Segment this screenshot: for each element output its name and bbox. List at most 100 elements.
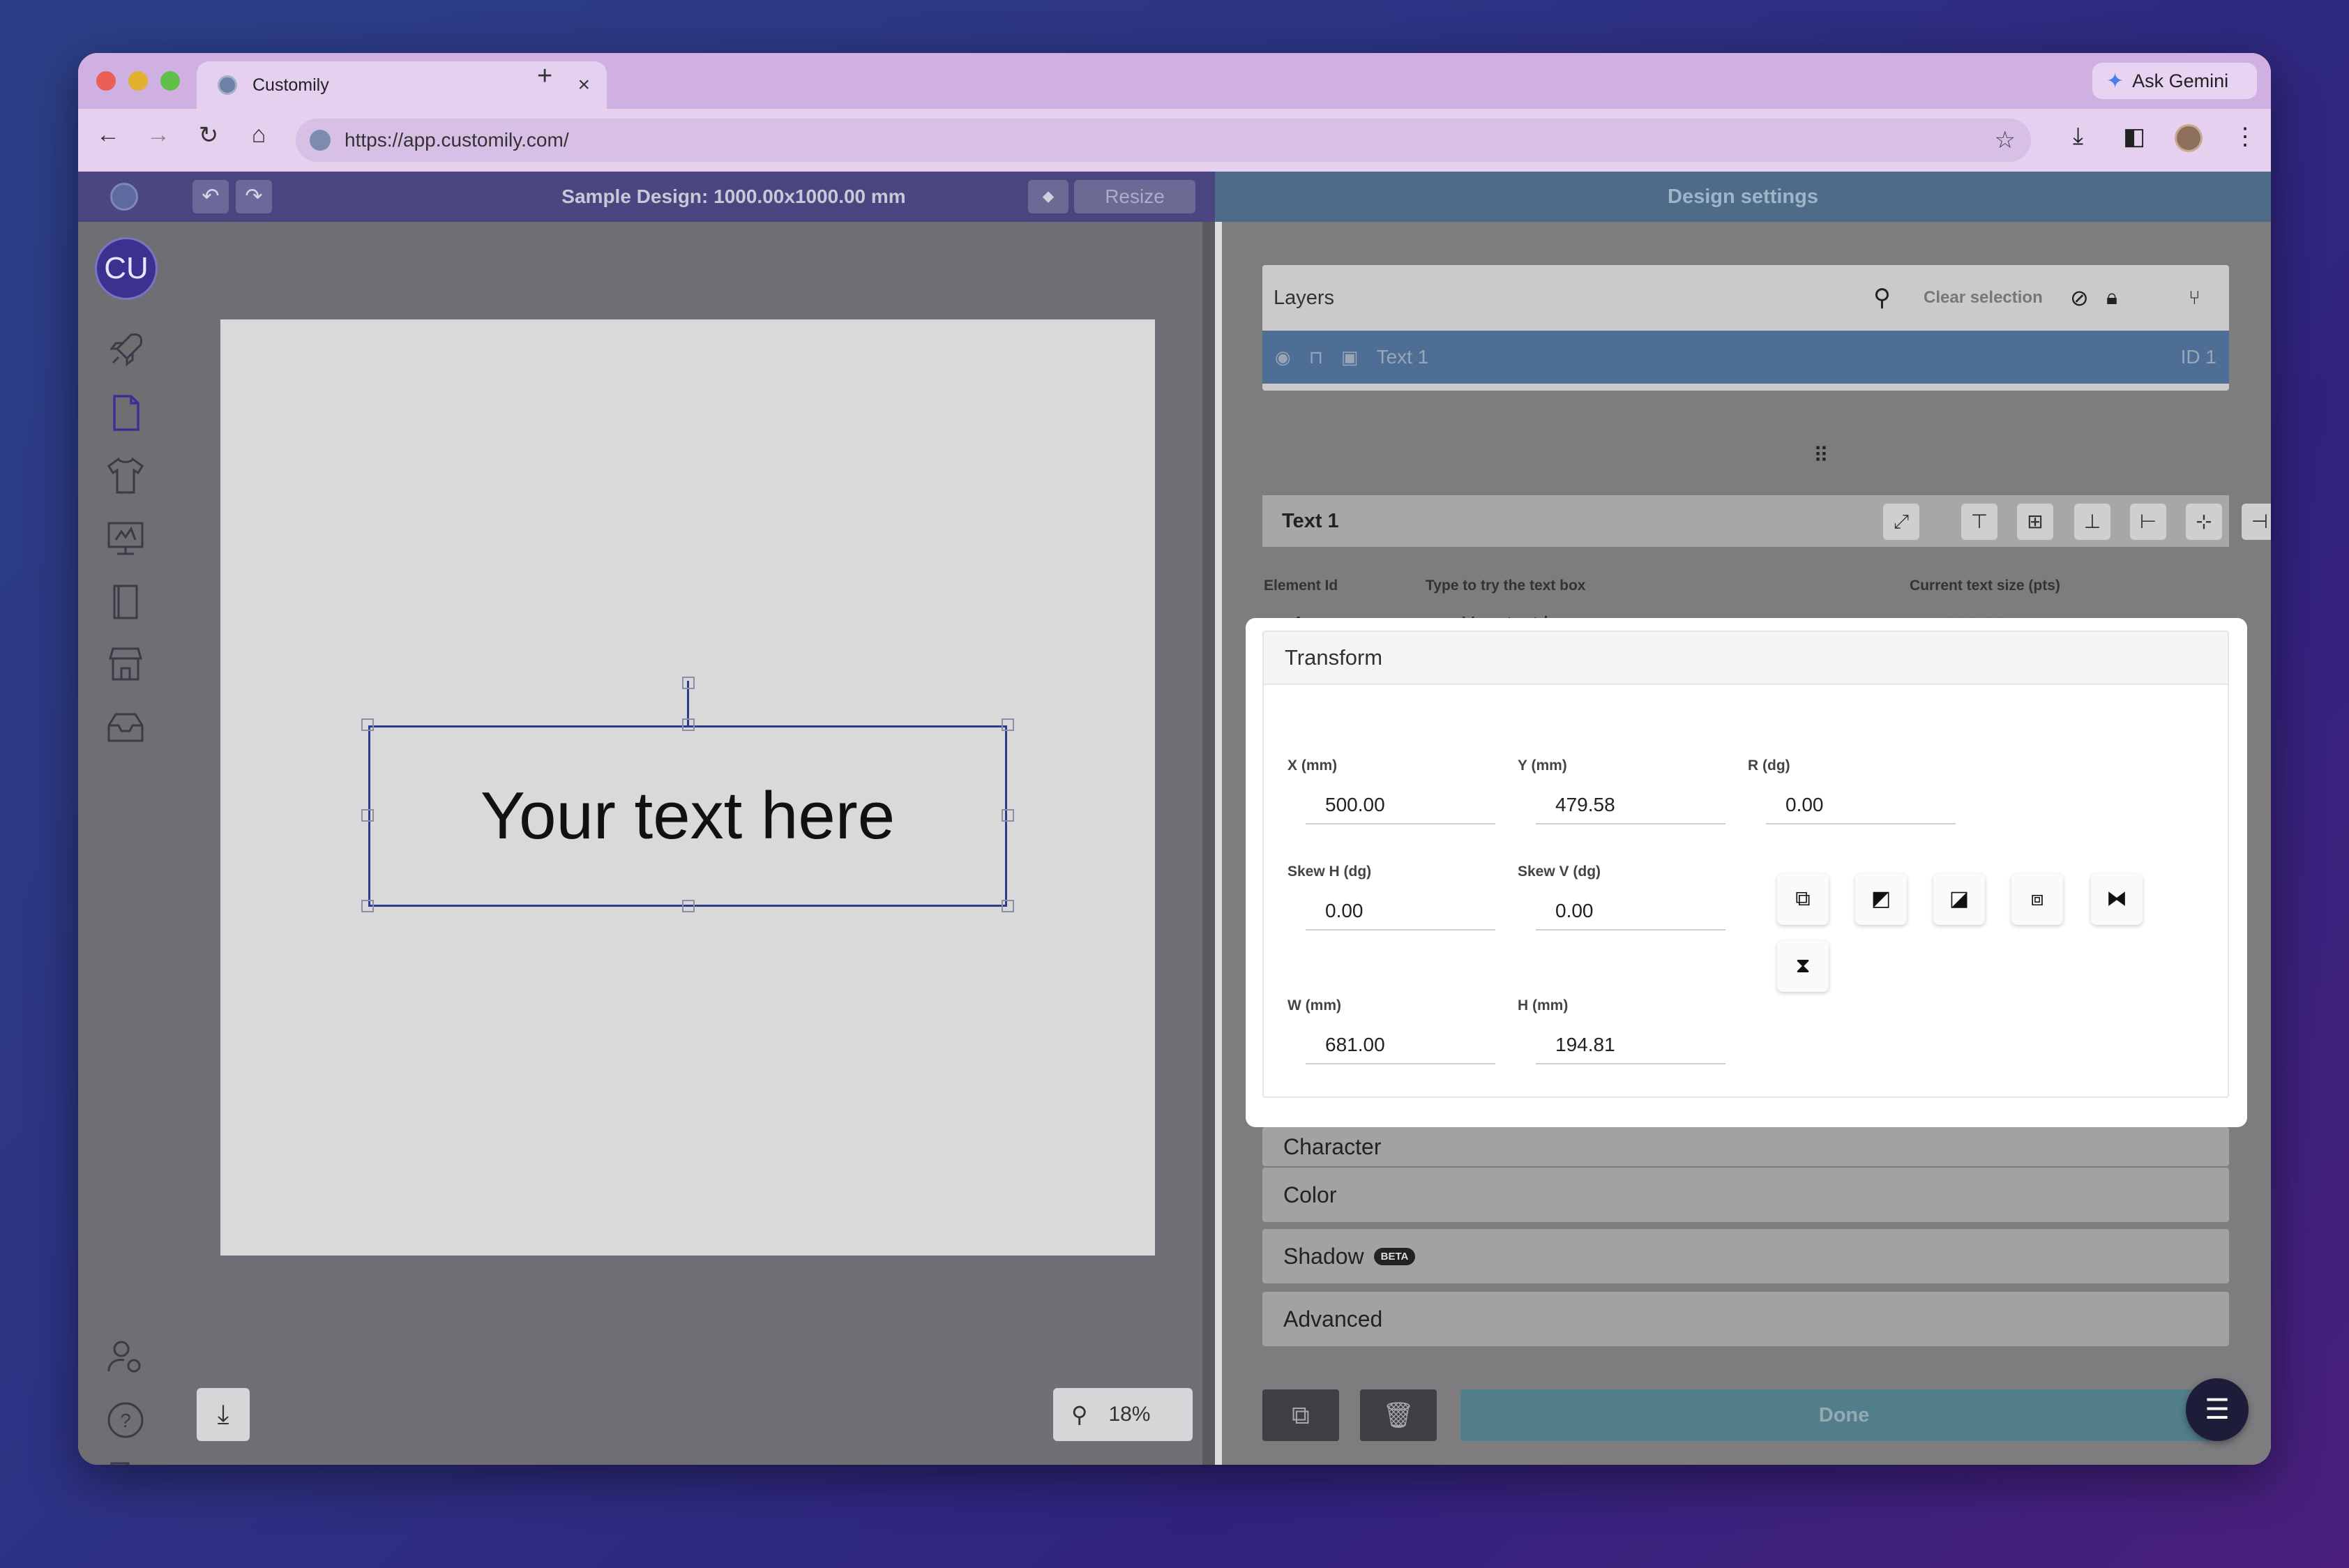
ask-gemini-button[interactable]: ✦ Ask Gemini bbox=[2092, 63, 2257, 99]
advanced-section[interactable]: Advanced bbox=[1262, 1292, 2229, 1346]
redo-button[interactable]: ↷ bbox=[236, 180, 272, 213]
bring-to-front-icon[interactable]: ⧉ bbox=[1777, 873, 1829, 925]
flip-vertical-icon[interactable]: ⧗ bbox=[1777, 940, 1829, 992]
book-icon[interactable] bbox=[103, 579, 148, 624]
text-input-label: Type to try the text box bbox=[1426, 578, 1586, 594]
customily-logo bbox=[110, 183, 138, 211]
skew-v-input[interactable]: 0.00 bbox=[1536, 891, 1725, 930]
delete-button[interactable]: 🗑︎ bbox=[1360, 1389, 1437, 1441]
character-section[interactable]: Character bbox=[1262, 1127, 2229, 1166]
color-title: Color bbox=[1283, 1182, 1337, 1207]
bookmark-star-icon[interactable]: ☆ bbox=[1995, 126, 2016, 154]
skew-h-input[interactable]: 0.00 bbox=[1306, 891, 1495, 930]
store-icon[interactable] bbox=[103, 642, 148, 686]
bring-forward-icon[interactable]: ◩ bbox=[1855, 873, 1907, 925]
x-input[interactable]: 500.00 bbox=[1306, 785, 1495, 824]
document-icon[interactable] bbox=[103, 391, 148, 435]
maximize-window-button[interactable] bbox=[160, 71, 180, 91]
done-button[interactable]: Done bbox=[1460, 1389, 2228, 1441]
resize-handle-bm[interactable] bbox=[682, 900, 695, 912]
y-input[interactable]: 479.58 bbox=[1536, 785, 1725, 824]
editor-topbar: ↶ ↷ Sample Design: 1000.00x1000.00 mm ⬥ … bbox=[78, 172, 1215, 222]
resize-handle-mr[interactable] bbox=[1002, 809, 1014, 822]
address-bar[interactable]: https://app.customily.com/ ☆ bbox=[296, 119, 2031, 162]
align-center-icon[interactable]: ⊹ bbox=[2186, 504, 2222, 540]
browser-toolbar: ← → ↻ ⌂ https://app.customily.com/ ☆ ⤓ ◧… bbox=[78, 109, 2271, 172]
logout-icon[interactable] bbox=[103, 1461, 148, 1465]
lock-all-icon[interactable]: 🔒︎ bbox=[2106, 286, 2117, 310]
user-avatar[interactable]: CU bbox=[95, 237, 158, 300]
tshirt-icon[interactable] bbox=[103, 453, 148, 498]
profile-avatar[interactable] bbox=[2175, 124, 2203, 152]
zoom-control[interactable]: ⚲ 18% bbox=[1053, 1388, 1193, 1441]
align-right-icon[interactable]: ⊣ bbox=[2242, 504, 2271, 540]
align-left-icon[interactable]: ⊢ bbox=[2130, 504, 2166, 540]
h-input[interactable]: 194.81 bbox=[1536, 1025, 1725, 1064]
inbox-icon[interactable] bbox=[103, 704, 148, 749]
chat-support-icon[interactable]: ☰ bbox=[2186, 1378, 2249, 1441]
transform-header[interactable]: Transform bbox=[1264, 632, 2228, 685]
hide-all-icon[interactable]: ⊘ bbox=[2070, 285, 2089, 311]
site-info-icon[interactable] bbox=[310, 130, 331, 151]
resize-handle-br[interactable] bbox=[1002, 900, 1014, 912]
monitor-icon[interactable] bbox=[103, 516, 148, 561]
reload-icon[interactable]: ↻ bbox=[191, 121, 226, 149]
rotation-handle[interactable] bbox=[682, 677, 695, 689]
resize-handle-tm[interactable] bbox=[682, 718, 695, 731]
new-tab-button[interactable]: + bbox=[537, 61, 552, 91]
layers-panel: Layers ⚲ Clear selection ⊘ 🔒︎ ⑂ ◉ ⊓ ▣ Te… bbox=[1262, 265, 2229, 391]
user-settings-icon[interactable] bbox=[103, 1335, 148, 1380]
text-layer-icon: ▣ bbox=[1340, 346, 1359, 368]
side-panel-icon[interactable]: ◧ bbox=[2123, 123, 2145, 151]
align-middle-icon[interactable]: ⊞ bbox=[2017, 504, 2053, 540]
unlock-icon[interactable]: ⊓ bbox=[1309, 347, 1323, 368]
send-to-back-icon[interactable]: ⧈ bbox=[2011, 873, 2063, 925]
back-icon[interactable]: ← bbox=[91, 121, 126, 149]
layers-title: Layers bbox=[1274, 286, 1335, 309]
download-design-button[interactable]: ⤓ bbox=[197, 1388, 250, 1441]
panel-resize-grip-icon[interactable]: ⠿ bbox=[1813, 444, 1829, 468]
tag-icon[interactable]: ⬥ bbox=[1028, 180, 1068, 213]
resize-handle-tr[interactable] bbox=[1002, 718, 1014, 731]
x-label: X (mm) bbox=[1287, 757, 1338, 774]
layer-row[interactable]: ◉ ⊓ ▣ Text 1 ID 1 bbox=[1262, 331, 2229, 384]
download-icon[interactable]: ⤓ bbox=[2073, 123, 2083, 150]
flip-horizontal-icon[interactable]: ⧓ bbox=[2091, 873, 2143, 925]
close-window-button[interactable] bbox=[96, 71, 116, 91]
send-backward-icon[interactable]: ◪ bbox=[1933, 873, 1985, 925]
clear-selection-button[interactable]: Clear selection bbox=[1924, 288, 2043, 308]
align-bottom-icon[interactable]: ⊥ bbox=[2074, 504, 2110, 540]
resize-handle-tl[interactable] bbox=[361, 718, 374, 731]
layer-tree-icon[interactable]: ⑂ bbox=[2189, 287, 2200, 309]
more-menu-icon[interactable]: ⋮ bbox=[2233, 123, 2257, 151]
r-input[interactable]: 0.00 bbox=[1766, 785, 1956, 824]
resize-handle-bl[interactable] bbox=[361, 900, 374, 912]
layers-header: Layers ⚲ Clear selection ⊘ 🔒︎ ⑂ bbox=[1262, 265, 2229, 331]
layer-name: Text 1 bbox=[1376, 346, 1429, 368]
tab-close-icon[interactable]: × bbox=[577, 73, 590, 97]
rocket-icon[interactable] bbox=[103, 328, 148, 372]
favicon-icon bbox=[218, 75, 237, 95]
minimize-window-button[interactable] bbox=[128, 71, 148, 91]
help-icon[interactable]: ? bbox=[103, 1398, 148, 1442]
resize-handle-ml[interactable] bbox=[361, 809, 374, 822]
gemini-sparkle-icon: ✦ bbox=[2106, 69, 2124, 93]
canvas-text-element[interactable]: Your text here bbox=[368, 725, 1007, 907]
color-section[interactable]: Color bbox=[1262, 1168, 2229, 1222]
resize-button[interactable]: Resize bbox=[1074, 180, 1195, 213]
shadow-section[interactable]: Shadow BETA bbox=[1262, 1229, 2229, 1283]
canvas-scrollbar[interactable] bbox=[1202, 222, 1215, 1465]
fit-to-canvas-icon[interactable]: ⤢ bbox=[1883, 504, 1919, 540]
shadow-title: Shadow bbox=[1283, 1243, 1364, 1269]
align-top-icon[interactable]: ⊤ bbox=[1961, 504, 1997, 540]
w-input[interactable]: 681.00 bbox=[1306, 1025, 1495, 1064]
visibility-icon[interactable]: ◉ bbox=[1275, 347, 1291, 368]
duplicate-button[interactable]: ⧉ bbox=[1262, 1389, 1339, 1441]
design-title: Sample Design: 1000.00x1000.00 mm bbox=[561, 186, 906, 207]
search-icon[interactable]: ⚲ bbox=[1873, 284, 1891, 312]
browser-window: Customily × + ✦ Ask Gemini ← → ↻ ⌂ https… bbox=[78, 53, 2271, 1465]
forward-icon[interactable]: → bbox=[141, 121, 176, 149]
home-icon[interactable]: ⌂ bbox=[241, 121, 276, 149]
undo-button[interactable]: ↶ bbox=[192, 180, 229, 213]
design-settings-title: Design settings bbox=[1668, 186, 1818, 208]
